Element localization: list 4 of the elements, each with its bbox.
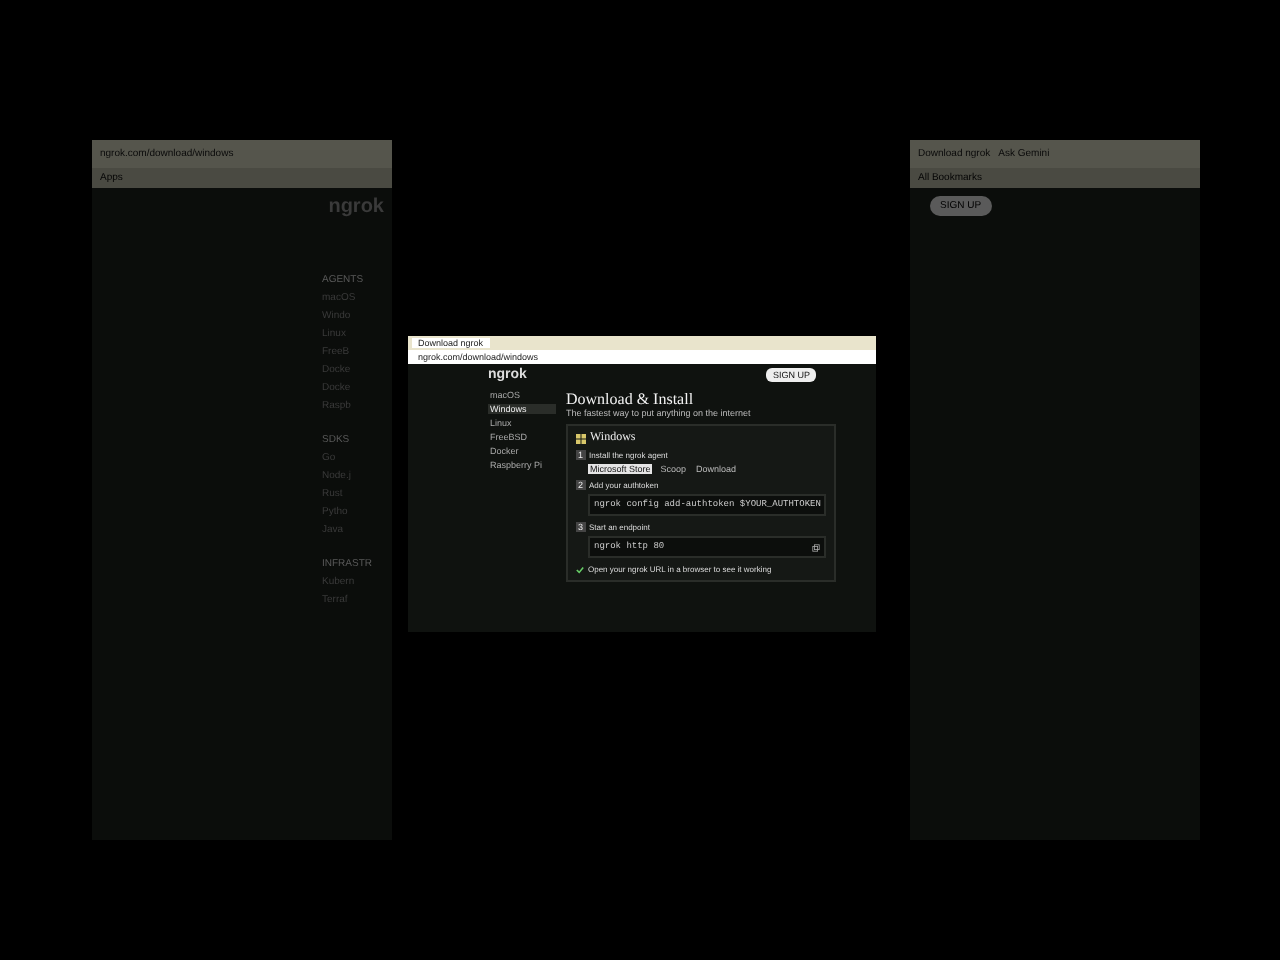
copy-icon[interactable] — [812, 543, 820, 551]
windows-icon — [576, 433, 586, 443]
page-title: Download & Install — [566, 390, 696, 408]
checkmark-icon — [576, 565, 584, 573]
